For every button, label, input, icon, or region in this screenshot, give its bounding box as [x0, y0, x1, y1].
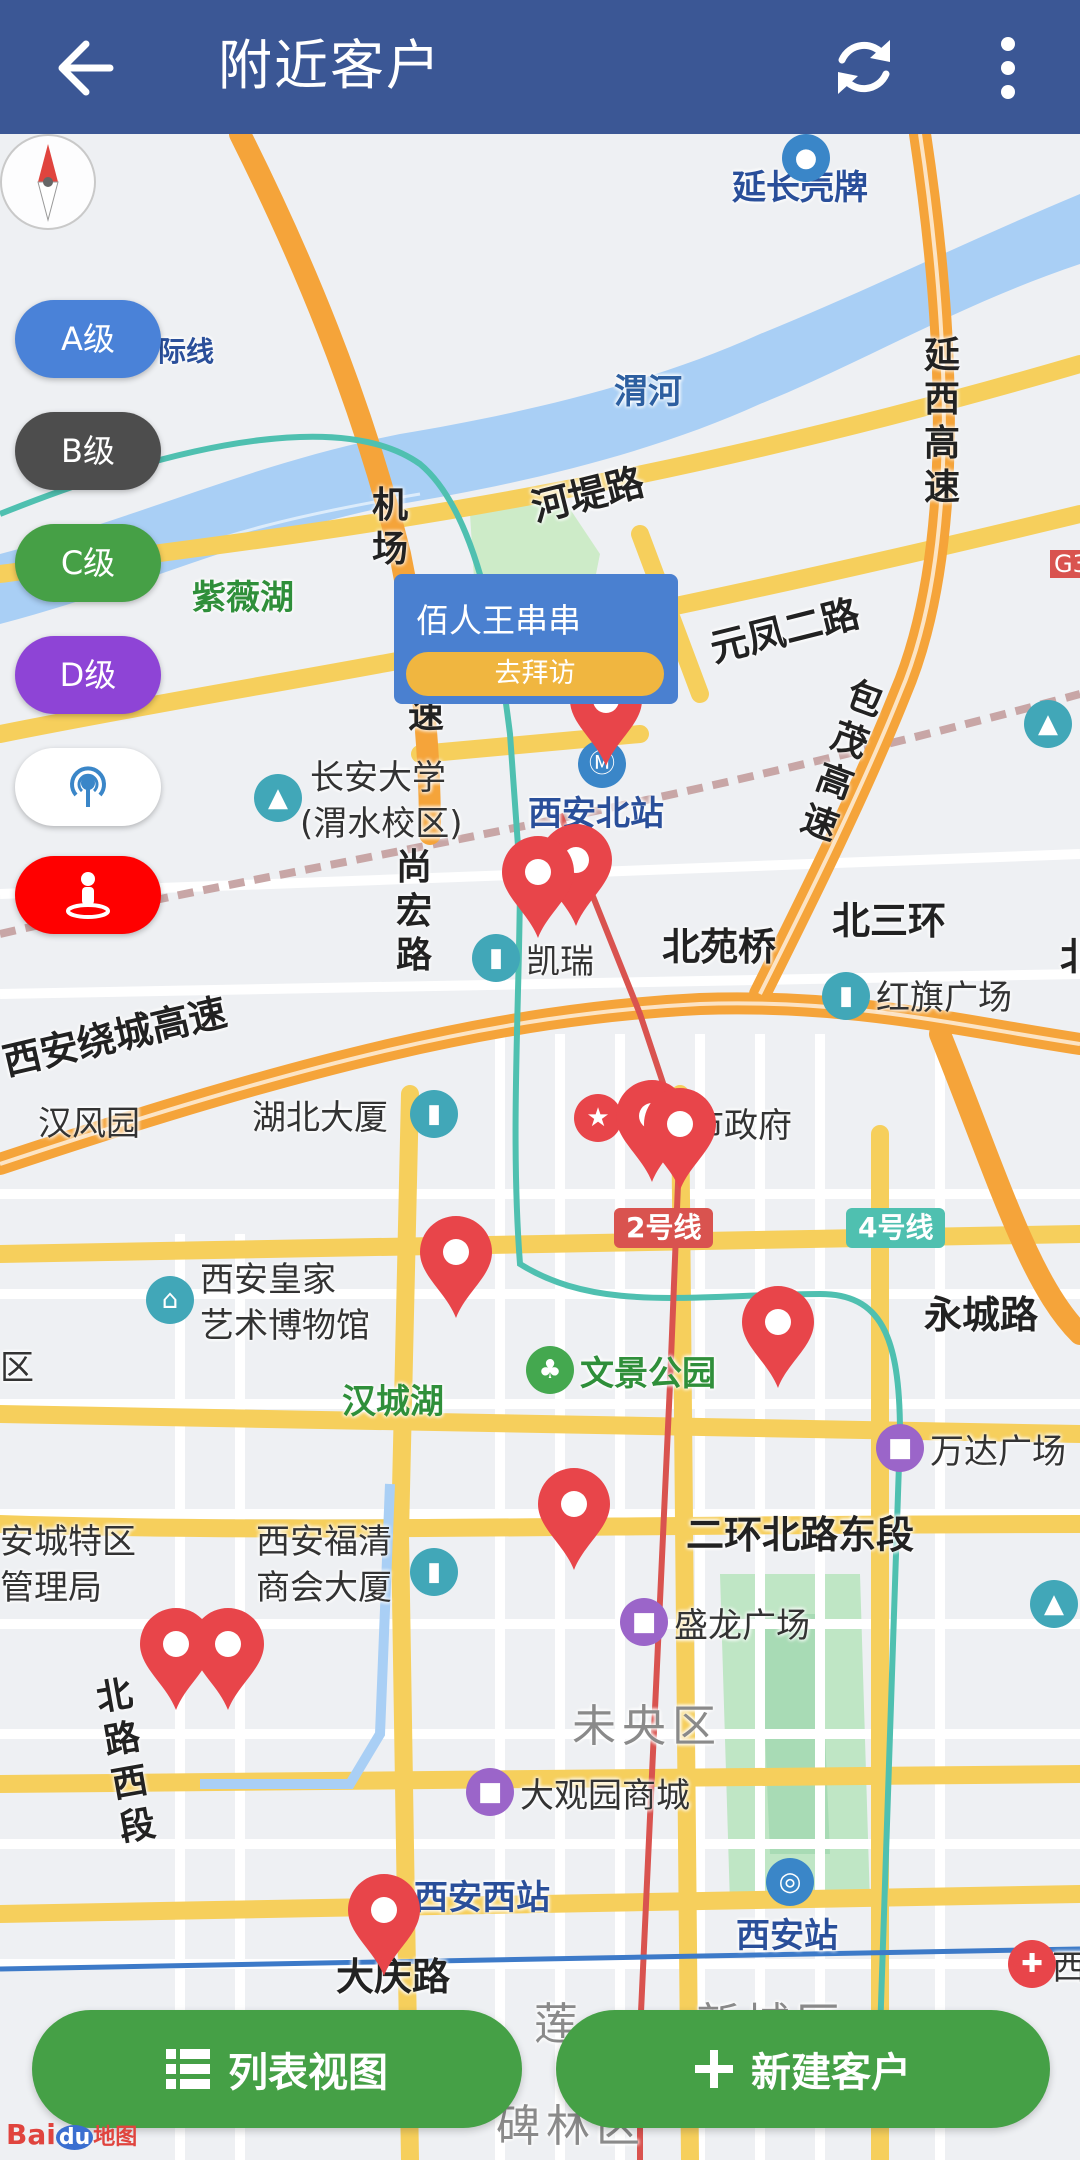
map-label: 红旗广场 [876, 978, 1012, 1018]
map-label: 文景公园 [580, 1354, 716, 1394]
filter-level-a-button[interactable]: A级 [15, 300, 161, 378]
park-icon: ♣ [526, 1346, 574, 1394]
map-label: 西安站 [736, 1916, 838, 1956]
more-vertical-icon[interactable] [990, 36, 1026, 100]
list-icon [166, 2049, 210, 2089]
map-label: 北 [1060, 935, 1080, 979]
map-label: 大观园商城 [520, 1776, 690, 1816]
app-bar: 附近客户 [0, 0, 1080, 134]
road-label-vertical: 延西高速 [923, 335, 960, 508]
university-icon: ▲ [254, 774, 302, 822]
poi-icon: ● [782, 134, 830, 182]
map-view[interactable]: 延长壳牌 际线 渭河 河堤路 紫薇湖 元凤二路 长安大学 (渭水校区) 西安北站… [0, 134, 1080, 2160]
plus-icon [695, 2050, 733, 2088]
road-label-vertical: 机场 [371, 485, 408, 570]
map-base [0, 134, 1080, 2160]
metro-line-2-badge: 2号线 [614, 1208, 714, 1248]
building-icon: ▮ [410, 1090, 458, 1138]
map-label: 盛龙广场 [674, 1606, 810, 1646]
location-broadcast-icon [70, 766, 106, 807]
customer-marker[interactable] [136, 1604, 216, 1714]
museum-icon: ⌂ [146, 1276, 194, 1324]
map-label: 万达广场 [930, 1432, 1066, 1472]
train-station-icon: ◎ [766, 1858, 814, 1906]
district-label: 未央区 [572, 1701, 722, 1752]
customer-info-popup[interactable]: 佰人王串串 去拜访 [394, 574, 678, 704]
map-label: 湖北大厦 [252, 1098, 388, 1138]
map-label: 安城特区 [0, 1522, 136, 1562]
map-label: 区 [0, 1348, 34, 1388]
map-label: G3 [1050, 550, 1080, 578]
customer-marker[interactable] [416, 1212, 496, 1322]
list-view-button[interactable]: 列表视图 [32, 2010, 522, 2128]
new-customer-button[interactable]: 新建客户 [556, 2010, 1050, 2128]
metro-line-4-badge: 4号线 [846, 1208, 946, 1248]
map-label: 西安皇家 [200, 1260, 336, 1300]
map-label: 二环北路东段 [686, 1513, 915, 1557]
customer-marker[interactable] [498, 832, 578, 942]
university-icon: ▲ [1030, 1580, 1078, 1628]
building-icon: ▮ [410, 1548, 458, 1596]
customer-name: 佰人王串串 [416, 601, 581, 640]
map-label: 西安西站 [414, 1878, 550, 1918]
customer-marker[interactable] [534, 1464, 614, 1574]
compass-icon[interactable] [0, 134, 96, 230]
map-label: 长安大学 [310, 758, 446, 798]
shopping-bag-icon: ■ [876, 1424, 924, 1472]
list-view-label: 列表视图 [228, 2050, 388, 2096]
map-label: 西安福清 [256, 1522, 392, 1562]
person-pin-icon [66, 872, 110, 919]
university-icon: ▲ [1024, 700, 1072, 748]
map-label: 渭河 [614, 372, 682, 412]
arrow-left-icon[interactable] [52, 36, 116, 100]
map-label: 商会大厦 [256, 1568, 392, 1608]
map-label: 际线 [158, 335, 215, 368]
shopping-bag-icon: ■ [620, 1598, 668, 1646]
visit-button[interactable]: 去拜访 [406, 652, 664, 696]
map-label: 北苑桥 [662, 925, 777, 969]
filter-level-d-button[interactable]: D级 [15, 636, 161, 714]
map-label: 北三环 [832, 899, 947, 943]
map-label: 艺术博物馆 [200, 1306, 370, 1346]
customer-marker[interactable] [738, 1282, 818, 1392]
building-icon: ▮ [822, 972, 870, 1020]
map-label: 管理局 [0, 1568, 102, 1608]
customer-marker[interactable] [344, 1870, 424, 1980]
locate-button[interactable] [15, 748, 161, 826]
map-label: 永城路 [924, 1293, 1039, 1337]
baidu-map-logo: Bai du 地图 [6, 2118, 138, 2151]
customer-marker[interactable] [640, 1084, 720, 1194]
filter-level-c-button[interactable]: C级 [15, 524, 161, 602]
map-label: 汉城湖 [342, 1382, 444, 1422]
map-label: 汉风园 [38, 1104, 140, 1144]
page-title: 附近客户 [218, 34, 442, 97]
road-label-vertical: 尚宏路 [395, 847, 432, 976]
new-customer-label: 新建客户 [751, 2050, 911, 2096]
shopping-bag-icon: ■ [466, 1768, 514, 1816]
filter-level-b-button[interactable]: B级 [15, 412, 161, 490]
refresh-icon[interactable] [832, 32, 896, 102]
map-label: (渭水校区) [300, 804, 463, 844]
map-label: 紫薇湖 [192, 578, 294, 618]
map-label: 西 [1052, 1948, 1080, 1988]
my-location-button[interactable] [15, 856, 161, 934]
hospital-icon: ✚ [1008, 1940, 1056, 1988]
